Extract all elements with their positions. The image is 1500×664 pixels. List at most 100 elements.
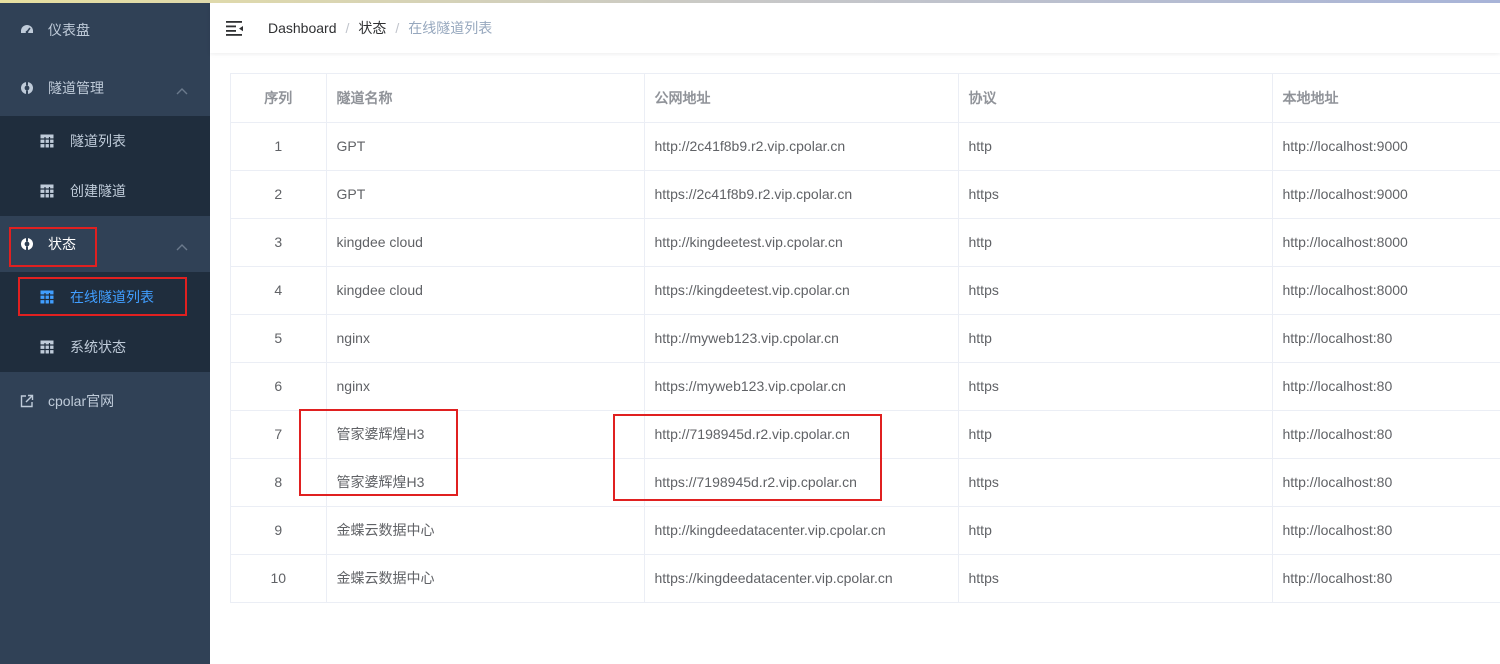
sidebar-item-label: 状态 (48, 236, 76, 252)
cell-protocol: https (958, 554, 1273, 603)
sidebar-item-tunnel-list[interactable]: 隧道列表 (0, 116, 210, 166)
table-row: 5 nginx http://myweb123.vip.cpolar.cn http h… (231, 314, 1500, 363)
cell-tunnel-name: 金蝶云数据中心 (326, 506, 645, 555)
sidebar-item-label: cpolar官网 (48, 393, 115, 409)
breadcrumb-separator: / (345, 20, 350, 36)
table-row: 10 金蝶云数据中心 https://kingdeedatacenter.vip.c… (231, 554, 1500, 603)
cell-protocol: http (958, 410, 1273, 459)
navbar: Dashboard / 状态 / 在线隧道列表 (210, 3, 1500, 53)
tunnel-management-submenu: 隧道列表 创建隧道 (0, 116, 210, 216)
cell-public-url: https://myweb123.vip.cpolar.cn (644, 362, 959, 411)
cell-local-address: http://localhost:80 (1272, 458, 1500, 507)
cell-local-address: http://localhost:80 (1272, 314, 1500, 363)
cell-protocol: https (958, 266, 1273, 315)
table-row: 8 管家婆辉煌H3 https://7198945d.r2.vip.cpolar.c… (231, 458, 1500, 507)
sidebar: 仪表盘 隧道管理 隧道列表 创建隧道 状态 在线隧道列表 系统状态 cpolar… (0, 0, 210, 664)
cell-tunnel-name: GPT (326, 170, 645, 219)
cell-public-url: https://7198945d.r2.vip.cpolar.cn (644, 458, 959, 507)
cell-tunnel-name: nginx (326, 362, 645, 411)
table-row: 9 金蝶云数据中心 http://kingdeedatacenter.vip.cpo… (231, 506, 1500, 555)
breadcrumb-separator: / (395, 20, 400, 36)
cell-index: 6 (231, 362, 327, 411)
column-header-local-address: 本地地址 (1272, 74, 1500, 123)
cell-index: 8 (231, 458, 327, 507)
cell-public-url: http://kingdeetest.vip.cpolar.cn (644, 218, 959, 267)
column-header-tunnel-name: 隧道名称 (326, 74, 645, 123)
breadcrumb: Dashboard / 状态 / 在线隧道列表 (268, 18, 492, 38)
sidebar-item-status[interactable]: 状态 (0, 216, 210, 272)
cell-local-address: http://localhost:80 (1272, 554, 1500, 603)
chevron-up-icon (176, 238, 188, 251)
cell-protocol: http (958, 506, 1273, 555)
cell-public-url: https://kingdeetest.vip.cpolar.cn (644, 266, 959, 315)
table-row: 1 GPT http://2c41f8b9.r2.vip.cpolar.cn http… (231, 122, 1500, 171)
cell-protocol: http (958, 314, 1273, 363)
cell-public-url: https://kingdeedatacenter.vip.cpolar.cn (644, 554, 959, 603)
cell-tunnel-name: 金蝶云数据中心 (326, 554, 645, 603)
table-row: 7 管家婆辉煌H3 http://7198945d.r2.vip.cpolar.cn… (231, 410, 1500, 459)
cell-local-address: http://localhost:9000 (1272, 170, 1500, 219)
cell-tunnel-name: nginx (326, 314, 645, 363)
lifebuoy-icon (20, 237, 34, 251)
cell-local-address: http://localhost:8000 (1272, 266, 1500, 315)
chevron-up-icon (176, 82, 188, 95)
sidebar-item-label: 在线隧道列表 (70, 289, 154, 305)
table-row: 6 nginx https://myweb123.vip.cpolar.cn http… (231, 362, 1500, 411)
top-accent-line (0, 0, 1500, 3)
table-row: 4 kingdee cloud https://kingdeetest.vip.cp… (231, 266, 1500, 315)
breadcrumb-status[interactable]: 状态 (358, 18, 386, 38)
cell-tunnel-name: kingdee cloud (326, 266, 645, 315)
online-tunnel-table: 序列 隧道名称 公网地址 协议 本地地址 1 GPT http://2c41f8b9… (231, 74, 1500, 603)
cell-local-address: http://localhost:9000 (1272, 122, 1500, 171)
column-header-protocol: 协议 (958, 74, 1273, 123)
sidebar-item-label: 系统状态 (70, 339, 126, 355)
cell-protocol: http (958, 122, 1273, 171)
table-row: 3 kingdee cloud http://kingdeetest.vip.cpo… (231, 218, 1500, 267)
column-header-index: 序列 (231, 74, 327, 123)
lifebuoy-icon (20, 81, 34, 95)
cell-public-url: http://2c41f8b9.r2.vip.cpolar.cn (644, 122, 959, 171)
sidebar-item-dashboard[interactable]: 仪表盘 (0, 0, 210, 60)
table-icon (40, 290, 54, 304)
cell-index: 9 (231, 506, 327, 555)
table-row: 2 GPT https://2c41f8b9.r2.vip.cpolar.cn htt… (231, 170, 1500, 219)
cell-index: 4 (231, 266, 327, 315)
sidebar-item-create-tunnel[interactable]: 创建隧道 (0, 166, 210, 216)
cell-local-address: http://localhost:8000 (1272, 218, 1500, 267)
cell-index: 2 (231, 170, 327, 219)
dashboard-icon (20, 23, 34, 37)
cell-public-url: http://myweb123.vip.cpolar.cn (644, 314, 959, 363)
menu-toggle-icon[interactable] (226, 18, 246, 38)
table-icon (40, 184, 54, 198)
sidebar-item-label: 隧道列表 (70, 133, 126, 149)
cell-local-address: http://localhost:80 (1272, 410, 1500, 459)
tunnel-table-container: 序列 隧道名称 公网地址 协议 本地地址 1 GPT http://2c41f8b9… (230, 73, 1500, 603)
cell-tunnel-name: kingdee cloud (326, 218, 645, 267)
table-header-row: 序列 隧道名称 公网地址 协议 本地地址 (231, 74, 1500, 123)
sidebar-item-label: 创建隧道 (70, 183, 126, 199)
sidebar-item-label: 仪表盘 (48, 22, 90, 38)
sidebar-item-label: 隧道管理 (48, 80, 104, 96)
cell-public-url: http://7198945d.r2.vip.cpolar.cn (644, 410, 959, 459)
cell-tunnel-name: GPT (326, 122, 645, 171)
sidebar-item-website[interactable]: cpolar官网 (0, 372, 210, 430)
cell-protocol: https (958, 458, 1273, 507)
cell-public-url: https://2c41f8b9.r2.vip.cpolar.cn (644, 170, 959, 219)
cell-protocol: https (958, 362, 1273, 411)
cell-public-url: http://kingdeedatacenter.vip.cpolar.cn (644, 506, 959, 555)
cell-local-address: http://localhost:80 (1272, 362, 1500, 411)
cell-index: 10 (231, 554, 327, 603)
cell-index: 7 (231, 410, 327, 459)
sidebar-item-tunnel-management[interactable]: 隧道管理 (0, 60, 210, 116)
cell-protocol: http (958, 218, 1273, 267)
cell-index: 5 (231, 314, 327, 363)
cell-tunnel-name: 管家婆辉煌H3 (326, 458, 645, 507)
breadcrumb-current: 在线隧道列表 (408, 20, 493, 36)
sidebar-item-online-tunnels[interactable]: 在线隧道列表 (0, 272, 210, 322)
cell-tunnel-name: 管家婆辉煌H3 (326, 410, 645, 459)
breadcrumb-dashboard[interactable]: Dashboard (268, 20, 337, 36)
cell-local-address: http://localhost:80 (1272, 506, 1500, 555)
table-icon (40, 340, 54, 354)
table-icon (40, 134, 54, 148)
sidebar-item-system-status[interactable]: 系统状态 (0, 322, 210, 372)
